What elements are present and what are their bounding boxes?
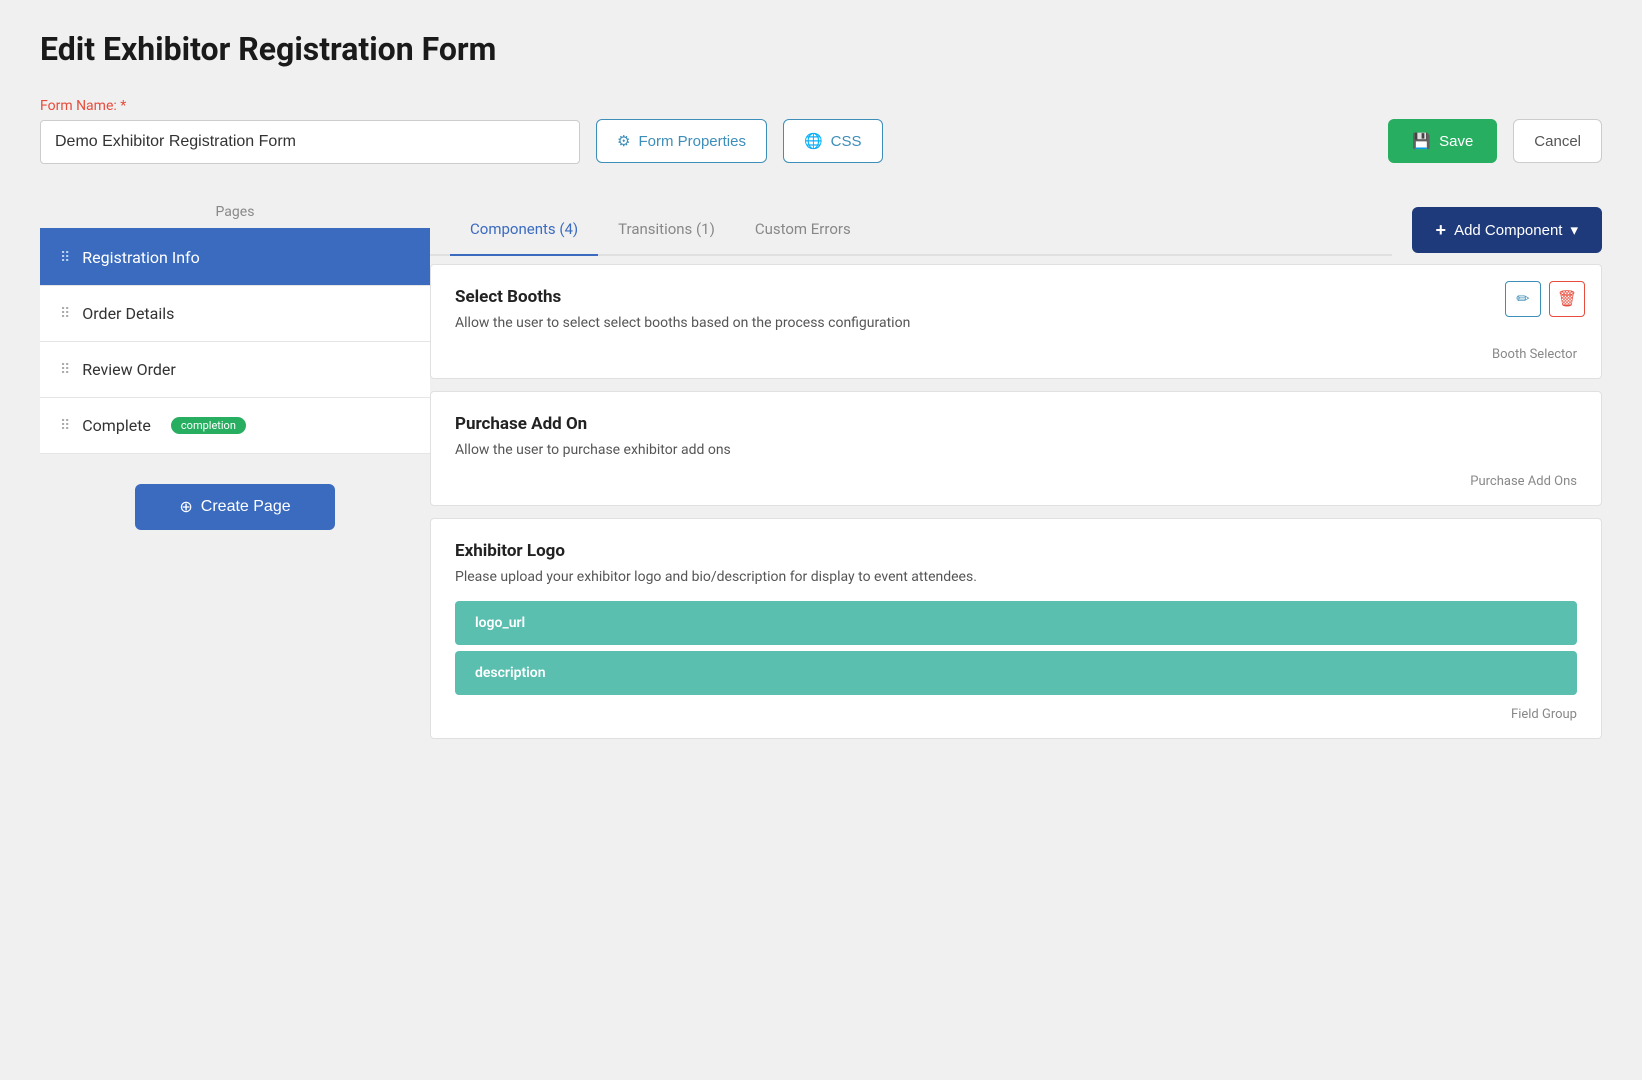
header-row: Form Name: * ⚙ Form Properties 🌐 CSS 💾 S… <box>40 98 1602 164</box>
gear-icon: ⚙ <box>617 132 630 150</box>
form-properties-button[interactable]: ⚙ Form Properties <box>596 119 767 163</box>
top-content-row: Components (4) Transitions (1) Custom Er… <box>430 204 1602 256</box>
drag-icon: ⠿ <box>60 306 70 322</box>
css-button[interactable]: 🌐 CSS <box>783 119 883 163</box>
select-booths-desc: Allow the user to select select booths b… <box>455 315 1577 331</box>
field-logo-url: logo_url <box>455 601 1577 645</box>
component-card-purchase-add-on: Purchase Add On Allow the user to purcha… <box>430 391 1602 506</box>
drag-icon: ⠿ <box>60 250 70 266</box>
exhibitor-logo-type: Field Group <box>455 707 1577 722</box>
plus-icon: ⊕ <box>179 497 192 517</box>
main-content: Components (4) Transitions (1) Custom Er… <box>430 204 1602 771</box>
purchase-add-on-title: Purchase Add On <box>455 414 1577 434</box>
form-name-label: Form Name: * <box>40 98 580 114</box>
component-actions: ✏ 🗑 <box>1505 281 1585 317</box>
component-card-select-booths: ✏ 🗑 Select Booths Allow the user to sele… <box>430 264 1602 379</box>
css-icon: 🌐 <box>804 132 823 150</box>
exhibitor-logo-desc: Please upload your exhibitor logo and bi… <box>455 569 1577 585</box>
field-group: logo_url description <box>455 601 1577 695</box>
exhibitor-logo-title: Exhibitor Logo <box>455 541 1577 561</box>
drag-icon: ⠿ <box>60 418 70 434</box>
drag-icon: ⠿ <box>60 362 70 378</box>
select-booths-title: Select Booths <box>455 287 1577 307</box>
plus-icon: + <box>1436 220 1447 241</box>
tab-custom-errors[interactable]: Custom Errors <box>735 204 871 256</box>
component-card-exhibitor-logo: Exhibitor Logo Please upload your exhibi… <box>430 518 1602 739</box>
cancel-button[interactable]: Cancel <box>1513 119 1602 163</box>
form-name-input[interactable] <box>40 120 580 164</box>
delete-select-booths-button[interactable]: 🗑 <box>1549 281 1585 317</box>
trash-icon: 🗑 <box>1557 289 1577 309</box>
pages-label: Pages <box>40 204 430 230</box>
components-area: ✏ 🗑 Select Booths Allow the user to sele… <box>430 264 1602 771</box>
page-title: Edit Exhibitor Registration Form <box>40 30 1602 68</box>
purchase-add-on-desc: Allow the user to purchase exhibitor add… <box>455 442 1577 458</box>
add-component-button[interactable]: + Add Component ▾ <box>1412 207 1602 253</box>
completion-badge: completion <box>171 417 246 434</box>
tab-transitions[interactable]: Transitions (1) <box>598 204 735 256</box>
sidebar-item-registration-info[interactable]: ⠿ Registration Info <box>40 230 430 286</box>
field-description: description <box>455 651 1577 695</box>
sidebar-item-complete[interactable]: ⠿ Complete completion <box>40 398 430 454</box>
save-icon: 💾 <box>1412 132 1431 150</box>
sidebar: Pages ⠿ Registration Info ⠿ Order Detail… <box>40 204 430 560</box>
edit-select-booths-button[interactable]: ✏ <box>1505 281 1541 317</box>
chevron-down-icon: ▾ <box>1570 221 1578 239</box>
tab-components[interactable]: Components (4) <box>450 204 598 256</box>
purchase-add-on-type: Purchase Add Ons <box>455 474 1577 489</box>
pencil-icon: ✏ <box>1516 289 1529 309</box>
select-booths-type: Booth Selector <box>455 347 1577 362</box>
sidebar-item-order-details[interactable]: ⠿ Order Details <box>40 286 430 342</box>
tabs-row: Components (4) Transitions (1) Custom Er… <box>430 204 1392 256</box>
create-page-button[interactable]: ⊕ Create Page <box>135 484 335 530</box>
form-name-wrapper: Form Name: * <box>40 98 580 164</box>
save-button[interactable]: 💾 Save <box>1388 119 1497 163</box>
sidebar-item-review-order[interactable]: ⠿ Review Order <box>40 342 430 398</box>
main-layout: Pages ⠿ Registration Info ⠿ Order Detail… <box>40 204 1602 771</box>
